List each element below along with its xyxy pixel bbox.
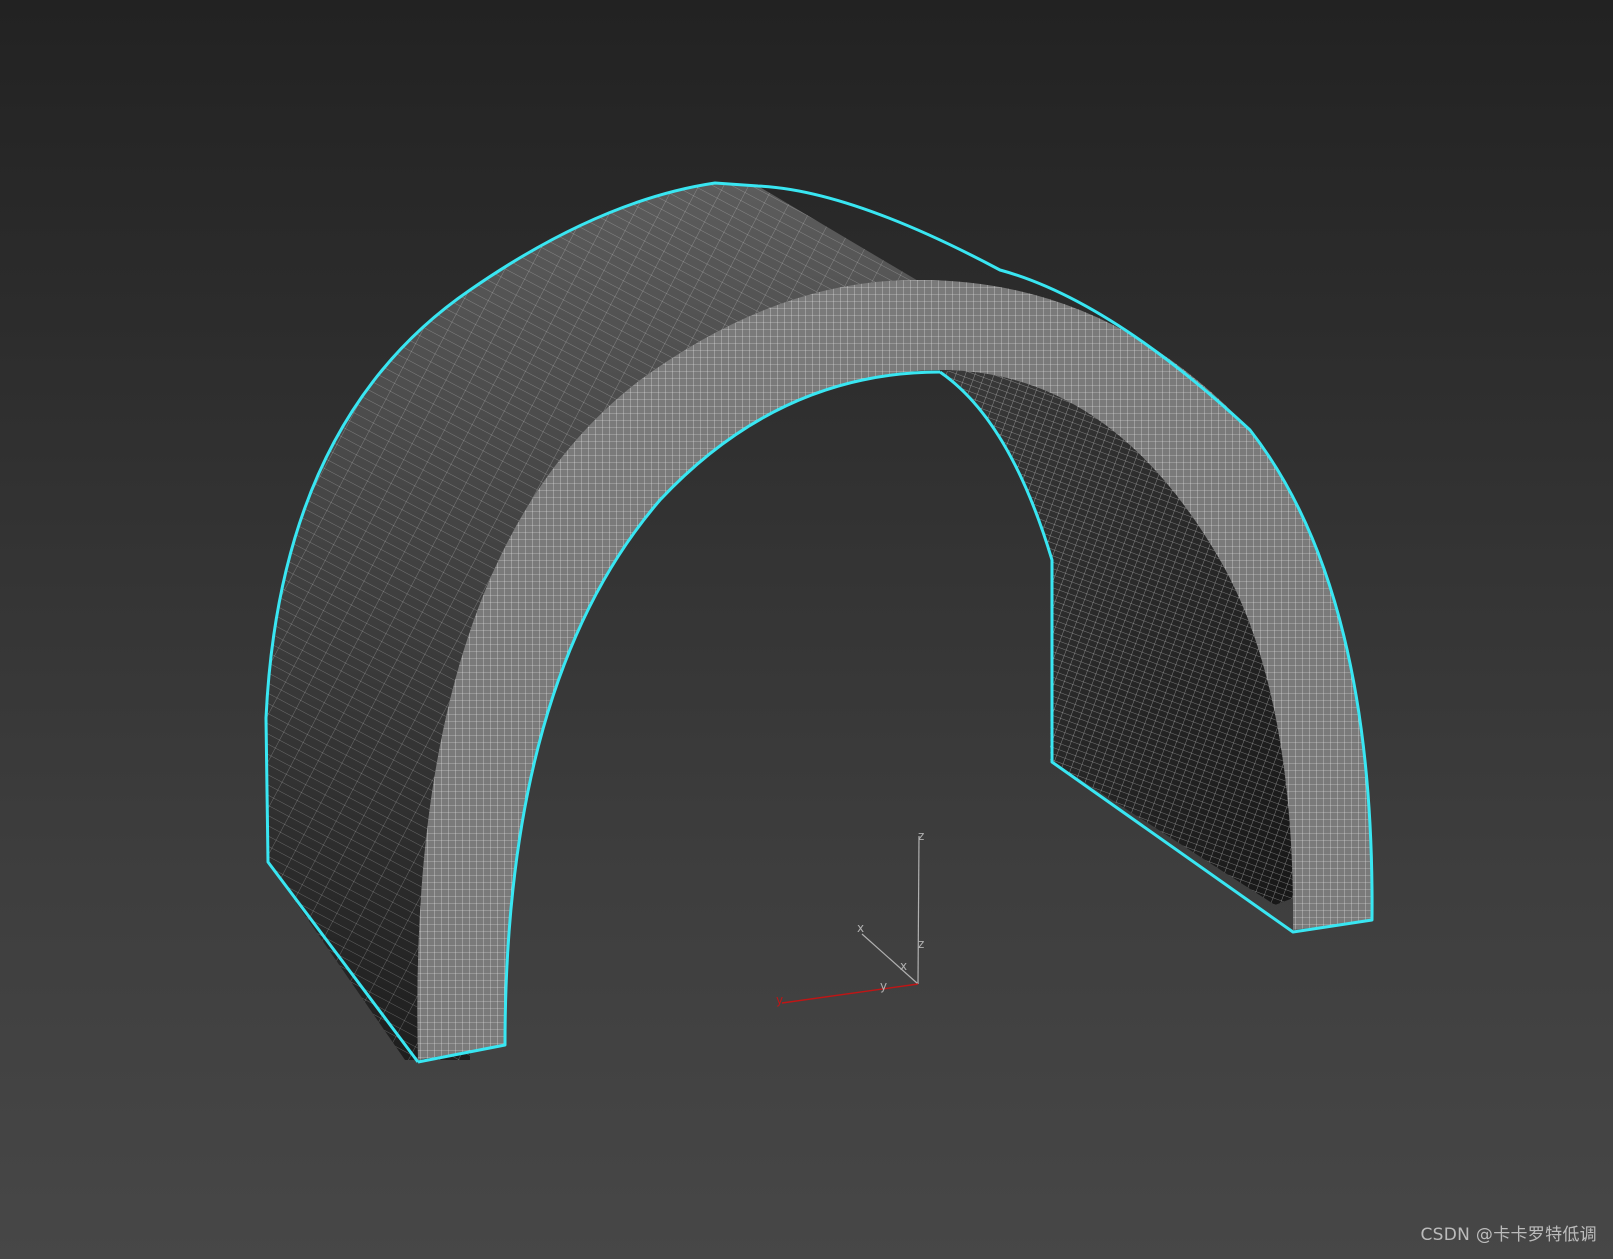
gizmo-y-label: y xyxy=(776,993,783,1007)
gizmo-y-label-2: y xyxy=(880,979,887,993)
gizmo-x-axis xyxy=(861,933,919,985)
gizmo-x-label-2: x xyxy=(900,959,907,973)
gizmo-z-label: z xyxy=(918,829,924,843)
gizmo-x-label: x xyxy=(857,921,864,935)
axis-gizmo: z z x x y y xyxy=(776,829,924,1007)
gizmo-z-axis xyxy=(917,835,920,985)
3d-viewport[interactable]: z z x x y y CSDN @卡卡罗特低调 xyxy=(0,0,1613,1259)
scene-canvas[interactable]: z z x x y y xyxy=(0,0,1613,1259)
watermark-text: CSDN @卡卡罗特低调 xyxy=(1420,1225,1597,1245)
gizmo-z-label-2: z xyxy=(918,937,924,951)
gizmo-y-axis xyxy=(781,983,919,1004)
